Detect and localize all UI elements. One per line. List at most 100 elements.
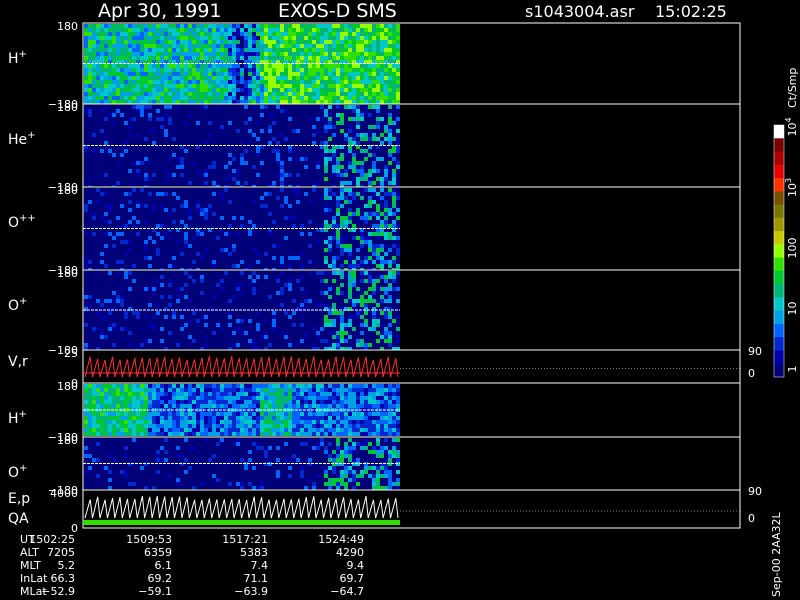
- heatmap-cell: [356, 212, 360, 216]
- heatmap-cell: [144, 137, 148, 141]
- heatmap-cell: [220, 28, 224, 32]
- heatmap-cell: [396, 432, 400, 436]
- heatmap-cell: [216, 105, 220, 109]
- heatmap-cell: [284, 28, 288, 32]
- heatmap-cell: [272, 220, 276, 224]
- heatmap-cell: [396, 117, 400, 121]
- heatmap-cell: [340, 44, 344, 48]
- heatmap-cell: [324, 224, 328, 228]
- heatmap-cell: [152, 291, 156, 295]
- heatmap-cell: [204, 68, 208, 72]
- heatmap-cell: [212, 331, 216, 335]
- heatmap-cell: [264, 388, 268, 392]
- heatmap-cell: [256, 424, 260, 428]
- heatmap-cell: [384, 48, 388, 52]
- heatmap-cell: [132, 40, 136, 44]
- heatmap-cell: [300, 88, 304, 92]
- heatmap-cell: [164, 52, 168, 56]
- heatmap-cell: [372, 28, 376, 32]
- heatmap-cell: [164, 450, 168, 454]
- heatmap-cell: [276, 96, 280, 100]
- heatmap-cell: [312, 68, 316, 72]
- orbit-row-label: ALT: [20, 546, 39, 559]
- heatmap-cell: [188, 384, 192, 388]
- heatmap-cell: [284, 432, 288, 436]
- heatmap-cell: [152, 392, 156, 396]
- heatmap-cell: [336, 311, 340, 315]
- heatmap-cell: [312, 416, 316, 420]
- panel-label-sup: +: [19, 409, 27, 420]
- heatmap-cell: [388, 248, 392, 252]
- heatmap-cell: [232, 80, 236, 84]
- heatmap-cell: [164, 384, 168, 388]
- heatmap-cell: [184, 40, 188, 44]
- heatmap-cell: [156, 76, 160, 80]
- heatmap-cell: [324, 129, 328, 133]
- heatmap-cell: [368, 76, 372, 80]
- heatmap-cell: [380, 416, 384, 420]
- heatmap-cell: [300, 442, 304, 446]
- heatmap-cell: [120, 388, 124, 392]
- heatmap-cell: [348, 315, 352, 319]
- heatmap-cell: [384, 384, 388, 388]
- heatmap-cell: [184, 295, 188, 299]
- heatmap-cell: [292, 28, 296, 32]
- heatmap-cell: [184, 404, 188, 408]
- heatmap-cell: [140, 400, 144, 404]
- heatmap-cell: [260, 72, 264, 76]
- heatmap-cell: [240, 404, 244, 408]
- heatmap-cell: [104, 117, 108, 121]
- heatmap-cell: [240, 80, 244, 84]
- heatmap-cell: [364, 105, 368, 109]
- heatmap-cell: [280, 420, 284, 424]
- heatmap-cell: [332, 36, 336, 40]
- heatmap-cell: [96, 384, 100, 388]
- heatmap-cell: [288, 287, 292, 291]
- heatmap-cell: [120, 28, 124, 32]
- heatmap-cell: [164, 96, 168, 100]
- heatmap-cell: [252, 40, 256, 44]
- heatmap-cell: [204, 96, 208, 100]
- heatmap-cell: [192, 88, 196, 92]
- heatmap-cell: [100, 315, 104, 319]
- heatmap-cell: [160, 404, 164, 408]
- heatmap-cell: [104, 412, 108, 416]
- heatmap-cell: [380, 450, 384, 454]
- heatmap-cell: [316, 331, 320, 335]
- heatmap-cell: [340, 48, 344, 52]
- heatmap-cell: [108, 323, 112, 327]
- heatmap-cell: [268, 412, 272, 416]
- heatmap-cell: [212, 44, 216, 48]
- heatmap-cell: [388, 96, 392, 100]
- heatmap-cell: [324, 420, 328, 424]
- heatmap-cell: [104, 28, 108, 32]
- heatmap-cell: [312, 343, 316, 347]
- heatmap-cell: [288, 264, 292, 268]
- heatmap-cell: [88, 96, 92, 100]
- heatmap-cell: [112, 420, 116, 424]
- heatmap-cell: [368, 200, 372, 204]
- heatmap-cell: [324, 64, 328, 68]
- heatmap-cell: [340, 169, 344, 173]
- heatmap-cell: [224, 428, 228, 432]
- heatmap-cell: [112, 88, 116, 92]
- heatmap-cell: [236, 416, 240, 420]
- heatmap-cell: [396, 72, 400, 76]
- heatmap-cell: [284, 173, 288, 177]
- heatmap-cell: [396, 244, 400, 248]
- heatmap-cell: [156, 48, 160, 52]
- heatmap-cell: [116, 216, 120, 220]
- heatmap-cell: [384, 432, 388, 436]
- heatmap-cell: [196, 28, 200, 32]
- heatmap-cell: [224, 396, 228, 400]
- heatmap-cell: [160, 80, 164, 84]
- heatmap-cell: [252, 84, 256, 88]
- heatmap-cell: [252, 404, 256, 408]
- heatmap-cell: [264, 450, 268, 454]
- heatmap-cell: [160, 96, 164, 100]
- heatmap-cell: [168, 412, 172, 416]
- heatmap-cell: [336, 105, 340, 109]
- heatmap-cell: [352, 412, 356, 416]
- heatmap-cell: [300, 275, 304, 279]
- heatmap-cell: [156, 109, 160, 113]
